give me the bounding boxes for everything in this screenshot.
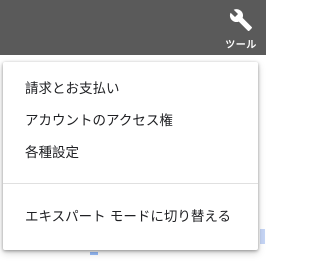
top-bar: ツール [0,0,266,55]
tools-dropdown-menu: 請求とお支払い アカウントのアクセス権 各種設定 エキスパート モードに切り替え… [3,62,258,250]
menu-item-account-access[interactable]: アカウントのアクセス権 [3,106,258,136]
menu-divider [3,183,258,184]
background-link-fragment [90,252,98,255]
menu-item-billing[interactable]: 請求とお支払い [3,74,258,104]
menu-item-settings[interactable]: 各種設定 [3,138,258,168]
menu-item-switch-expert-mode[interactable]: エキスパート モードに切り替える [3,202,258,232]
tools-label: ツール [225,40,257,51]
tools-button[interactable]: ツール [218,6,264,52]
background-highlight-fragment [260,229,265,244]
wrench-icon [229,9,252,31]
